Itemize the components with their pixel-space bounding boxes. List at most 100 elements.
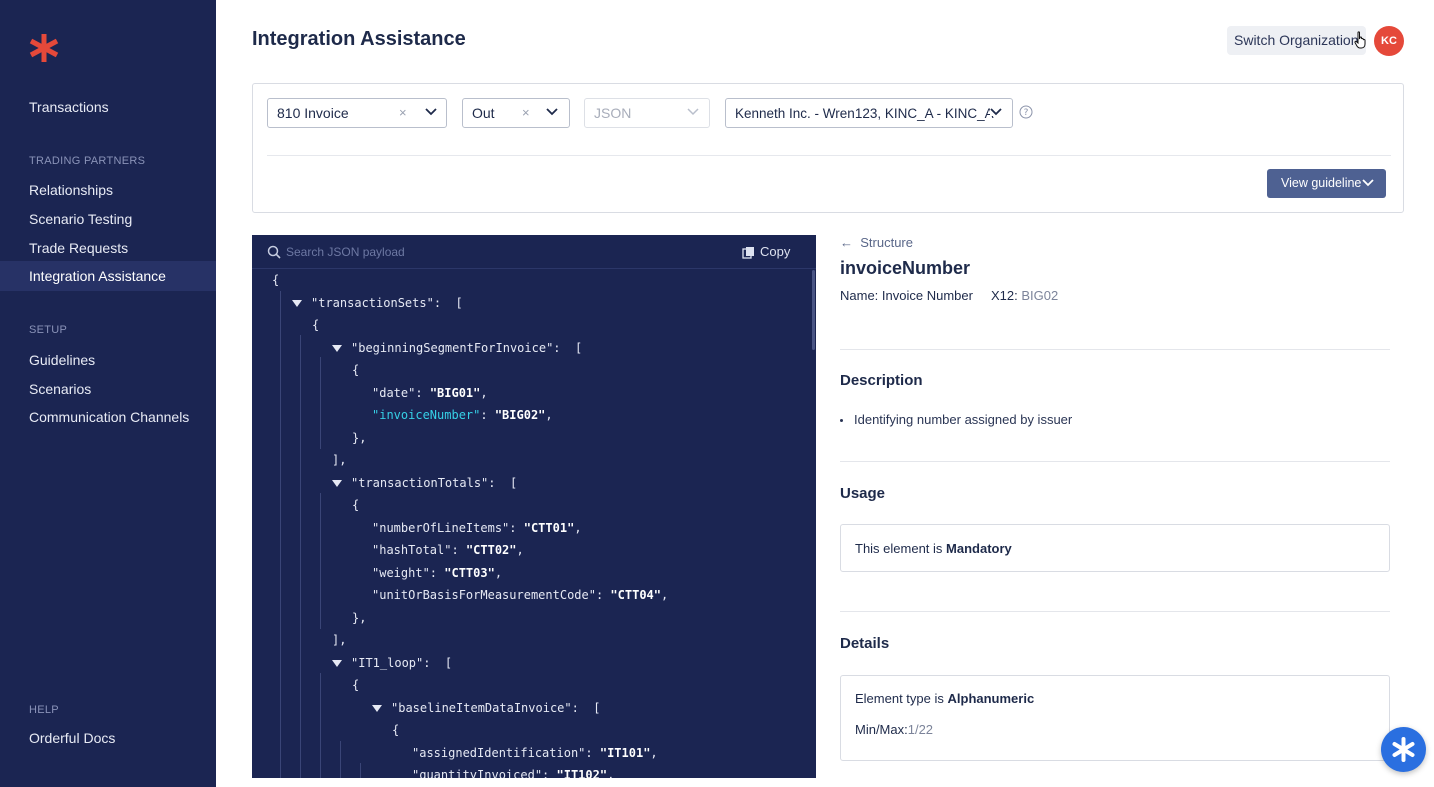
json-key[interactable]: "weight" [372,566,430,580]
relationship-select[interactable]: Kenneth Inc. - Wren123, KINC_A - KINC_A [725,98,1013,128]
json-line: { [352,674,359,696]
json-punctuation: , [545,408,553,422]
sidebar-item-transactions[interactable]: Transactions [0,92,216,122]
description-item: Identifying number assigned by issuer [854,412,1073,427]
sidebar-item-scenarios[interactable]: Scenarios [0,374,216,404]
json-key[interactable]: "hashTotal" [372,543,451,557]
json-line: { [312,314,319,336]
collapse-caret-icon[interactable] [332,479,342,487]
copy-label: Copy [760,244,791,259]
json-line: "IT1_loop": [ [332,652,452,674]
section-divider [840,611,1390,612]
indent-guide [320,493,321,629]
sidebar-item-integration-assistance[interactable]: Integration Assistance [0,261,216,291]
section-divider [840,461,1390,462]
indent-guide [340,741,341,778]
json-key[interactable]: "quantityInvoiced" [412,768,542,778]
json-key[interactable]: "beginningSegmentForInvoice" [351,341,553,355]
json-key[interactable]: "invoiceNumber" [372,408,480,422]
sidebar-item-orderful-docs[interactable]: Orderful Docs [0,723,216,753]
sidebar-item-guidelines[interactable]: Guidelines [0,345,216,375]
user-avatar[interactable]: KC [1374,26,1404,56]
direction-select[interactable]: Out × [462,98,570,128]
json-search-input[interactable]: Search JSON payload [286,245,405,259]
json-line: "numberOfLineItems": "CTT01", [372,517,582,539]
format-select: JSON [584,98,710,128]
json-search-bar[interactable]: Search JSON payload Copy [252,235,816,269]
switch-organization-button[interactable]: Switch Organization [1227,26,1366,55]
json-key[interactable]: "baselineItemDataInvoice" [391,701,572,715]
json-key[interactable]: "unitOrBasisForMeasurementCode" [372,588,596,602]
indent-guide [280,291,281,778]
indent-guide [360,763,361,778]
clear-direction-icon[interactable]: × [522,99,530,127]
help-circle-icon[interactable]: ? [1019,105,1033,119]
json-punctuation: : [415,385,430,400]
json-punctuation: { [272,273,280,287]
collapse-caret-icon[interactable] [372,704,382,712]
back-to-structure-link[interactable]: ← Structure [840,235,913,250]
sidebar-item-communication-channels[interactable]: Communication Channels [0,402,216,432]
json-punctuation: { [312,318,320,332]
sidebar-item-scenario-testing[interactable]: Scenario Testing [0,204,216,234]
json-line: "invoiceNumber": "BIG02", [372,404,553,426]
relationship-value: Kenneth Inc. - Wren123, KINC_A - KINC_A [735,106,994,121]
bullet [840,419,843,422]
json-punctuation: , [574,520,582,535]
asterisk-chat-icon [1392,737,1415,762]
usage-prefix: This element is [855,541,947,556]
x12-label: X12: [991,288,1018,303]
help-chat-button[interactable] [1381,727,1426,772]
collapse-caret-icon[interactable] [332,659,342,667]
chevron-down-icon [425,108,437,116]
json-key[interactable]: "numberOfLineItems" [372,521,509,535]
json-punctuation: , [494,565,503,580]
json-punctuation: { [352,498,360,512]
json-line: "beginningSegmentForInvoice": [ [332,337,582,359]
svg-text:?: ? [1024,108,1029,118]
element-title: invoiceNumber [840,258,971,278]
json-punctuation: : [ [553,340,583,355]
asterisk-logo-icon[interactable] [28,32,60,64]
json-line: ], [332,629,346,651]
json-line: "transactionTotals": [ [332,472,517,494]
chevron-down-icon [1362,179,1374,187]
json-key[interactable]: "transactionTotals" [351,476,488,490]
clear-transaction-type-icon[interactable]: × [399,99,407,127]
json-line: ], [332,449,346,471]
json-punctuation: , [650,745,658,760]
json-line: { [272,269,279,291]
element-name-label: Name: Invoice Number [840,288,973,303]
view-guideline-button[interactable]: View guideline [1267,169,1386,198]
json-line: { [352,359,359,381]
indent-guide [320,357,321,449]
minmax-value: 1/22 [907,722,934,737]
json-scrollbar[interactable] [812,270,815,350]
json-line: "quantityInvoiced": "IT102", [412,764,614,778]
section-divider [840,349,1390,350]
json-line: }, [352,607,366,629]
description-title: Description [840,372,923,389]
sidebar-item-relationships[interactable]: Relationships [0,175,216,205]
collapse-caret-icon[interactable] [292,299,302,307]
json-key[interactable]: "transactionSets" [311,296,434,310]
sidebar-item-trade-requests[interactable]: Trade Requests [0,233,216,263]
json-key[interactable]: "date" [372,386,415,400]
json-line: "hashTotal": "CTT02", [372,539,524,561]
collapse-caret-icon[interactable] [332,344,342,352]
json-value: "BIG02" [494,408,546,422]
json-punctuation: ], [332,453,347,467]
json-value: "CTT01" [523,520,575,535]
json-value: "IT102" [556,768,608,778]
sidebar-section-trading-partners: TRADING PARTNERS [29,155,146,167]
json-key[interactable]: "assignedIdentification" [412,746,585,760]
json-key[interactable]: "IT1_loop" [351,656,423,670]
json-punctuation: : [595,588,611,602]
details-title: Details [840,635,890,652]
json-punctuation: ], [332,633,347,647]
transaction-type-select[interactable]: 810 Invoice × [267,98,447,128]
format-value: JSON [594,105,632,121]
copy-icon [742,247,754,259]
copy-button[interactable]: Copy [742,244,791,259]
json-line: "date": "BIG01", [372,382,488,404]
